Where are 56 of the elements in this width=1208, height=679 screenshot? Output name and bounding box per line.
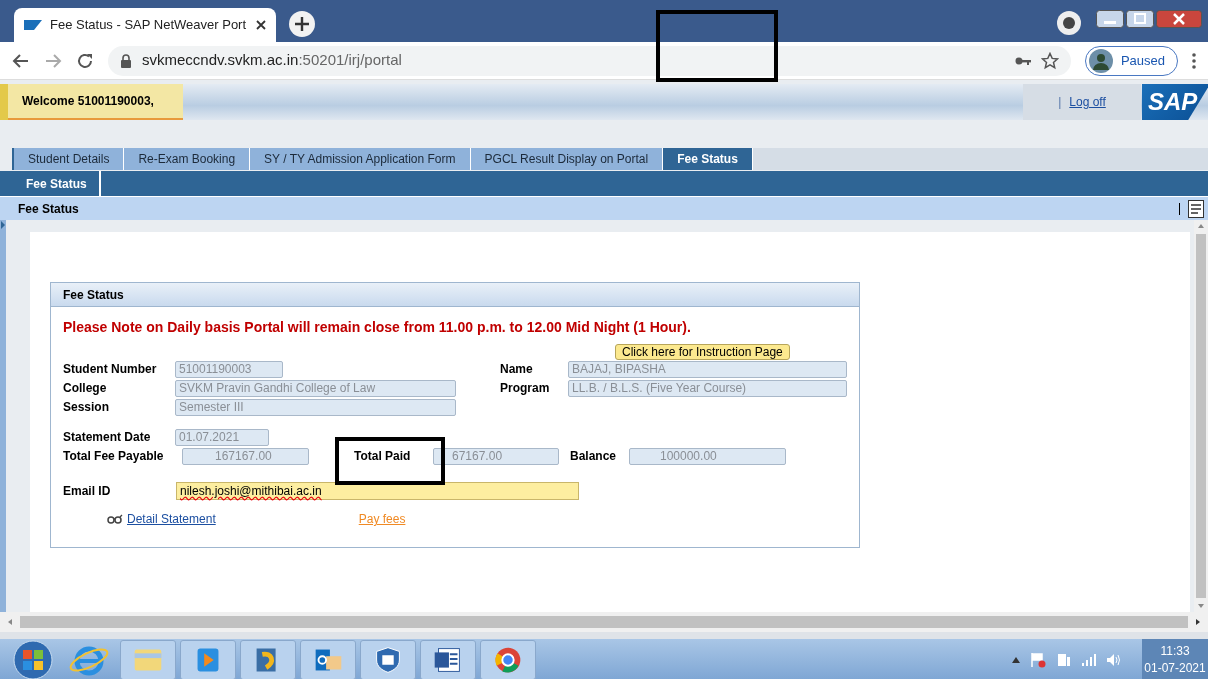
url-text: svkmeccndv.svkm.ac.in:50201/irj/portal <box>142 50 402 71</box>
address-bar[interactable]: svkmeccndv.svkm.ac.in:50201/irj/portal <box>108 45 1071 76</box>
word-icon[interactable] <box>420 639 476 679</box>
new-tab-icon[interactable] <box>288 10 316 38</box>
email-field[interactable]: nilesh.joshi@mithibai.ac.in <box>176 482 579 500</box>
field-label: Total Fee Payable <box>63 448 165 465</box>
back-icon[interactable] <box>12 51 30 70</box>
welcome-banner: Welcome 51001190003, <box>8 84 183 120</box>
shield-icon[interactable] <box>360 639 416 679</box>
clock-date: 01-07-2021 <box>1144 659 1206 677</box>
browser-tab[interactable]: Fee Status - SAP NetWeaver Port <box>14 8 276 42</box>
portal-tab[interactable]: Student Details <box>14 148 125 170</box>
portal-tab[interactable]: SY / TY Admission Application Form <box>250 148 471 170</box>
field-label: Balance <box>570 448 618 465</box>
notice-text: Please Note on Daily basis Portal will remain close from 11.00 p.m. to 12.00 Mid Night (1 Hour). <box>63 319 691 335</box>
lock-icon <box>120 53 132 68</box>
field-label: Statement Date <box>63 429 152 446</box>
maximize-icon[interactable] <box>1126 10 1154 28</box>
instruction-button[interactable]: Click here for Instruction Page <box>615 344 790 360</box>
key-icon[interactable] <box>1014 55 1031 66</box>
page-menu-icon[interactable] <box>1188 199 1204 218</box>
field-label: Total Paid <box>354 448 412 465</box>
close-icon[interactable] <box>256 20 266 30</box>
portal-tab[interactable]: Re-Exam Booking <box>124 148 251 170</box>
panel-title: Fee Status <box>63 286 124 304</box>
minimize-icon[interactable] <box>1096 10 1124 28</box>
field-label: Name <box>500 361 534 378</box>
clock-time: 11:33 <box>1160 642 1190 660</box>
star-icon[interactable] <box>1040 51 1059 70</box>
flag-icon[interactable] <box>1030 651 1046 668</box>
field-label: Email ID <box>63 483 112 500</box>
show-hidden-icons-icon[interactable] <box>1012 656 1020 663</box>
detail-statement-link[interactable]: Detail Statement <box>127 510 216 528</box>
avatar-icon <box>1088 48 1113 73</box>
field-label: Session <box>63 399 111 416</box>
field-label: Program <box>500 380 551 397</box>
glasses-icon <box>107 514 123 524</box>
chrome-icon[interactable] <box>480 639 536 679</box>
portal-tab[interactable]: PGCL Result Display on Portal <box>470 148 664 170</box>
field-label: College <box>63 380 108 397</box>
tab-title: Fee Status - SAP NetWeaver Port <box>50 16 248 35</box>
close-window-icon[interactable] <box>1156 10 1202 28</box>
scrollbar-thumb[interactable] <box>1196 234 1206 598</box>
logoff-link[interactable]: Log off <box>1069 93 1106 111</box>
accent-stripe <box>0 84 8 120</box>
portal-tab[interactable]: Fee Status <box>663 148 753 170</box>
menu-icon[interactable] <box>1192 52 1196 69</box>
outlook-icon[interactable] <box>300 639 356 679</box>
field-label: Student Number <box>63 361 158 378</box>
sap-logo: SAP <box>1142 84 1208 120</box>
separator-text: | <box>1058 94 1062 111</box>
horizontal-scrollbar-thumb[interactable] <box>20 616 1188 628</box>
expand-arrow-icon[interactable] <box>0 220 6 230</box>
profile-icon[interactable] <box>1056 10 1082 36</box>
reload-icon[interactable] <box>76 51 94 70</box>
page-title: Fee Status <box>18 200 79 218</box>
